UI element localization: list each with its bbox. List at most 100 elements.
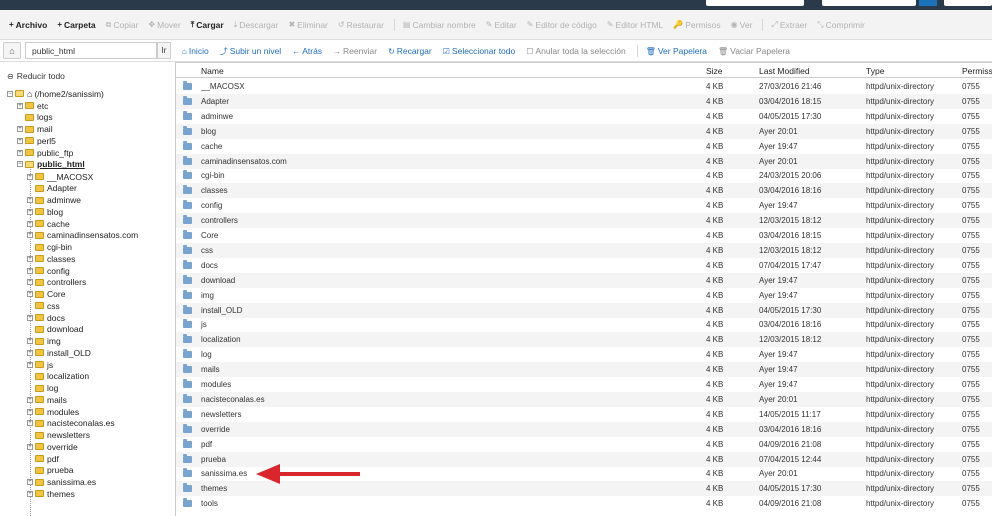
column-modified-header[interactable]: Last Modified <box>759 66 810 76</box>
tree-item-core[interactable]: + Core <box>27 289 65 300</box>
expand-icon[interactable]: + <box>27 479 33 485</box>
archivo-button[interactable]: + Archivo <box>9 20 47 30</box>
tree-item-cache[interactable]: + cache <box>27 218 70 229</box>
expand-icon[interactable]: + <box>27 291 33 297</box>
table-row[interactable]: Adapter 4 KB 03/04/2016 18:15 httpd/unix-di… <box>176 93 992 109</box>
ver-button[interactable]: ◉ Ver <box>731 20 753 30</box>
go-button[interactable]: Ir <box>157 42 171 59</box>
table-row[interactable]: Core 4 KB 03/04/2016 18:15 httpd/unix-direc… <box>176 228 992 243</box>
table-row[interactable]: nacisteconalas.es 4 KB Ayer 20:01 httpd/uni… <box>176 391 992 407</box>
column-size-header[interactable]: Size <box>706 66 723 76</box>
header-user-field[interactable] <box>944 0 992 6</box>
table-row[interactable]: cgi-bin 4 KB 24/03/2015 20:06 httpd/unix-di… <box>176 168 992 183</box>
table-row[interactable]: classes 4 KB 03/04/2016 18:16 httpd/unix-di… <box>176 183 992 199</box>
editor-html-button[interactable]: ✎ Editor HTML <box>607 20 663 30</box>
tree-item-adapter[interactable]: Adapter <box>27 183 77 194</box>
expand-icon[interactable]: + <box>27 173 33 180</box>
nav-ver-papelera-button[interactable]: 🗑 Ver Papelera <box>646 46 707 56</box>
tree-item-perl5[interactable]: + perl5 <box>17 135 56 146</box>
mover-button[interactable]: ✥ Mover <box>148 20 180 30</box>
copiar-button[interactable]: ⧉ Copiar <box>106 20 139 30</box>
nav-atr-s-button[interactable]: ← Atrás <box>292 46 322 56</box>
expand-icon[interactable]: + <box>27 490 33 497</box>
tree-item-cgi-bin[interactable]: cgi-bin <box>27 242 72 253</box>
tree-item-docs[interactable]: + docs <box>27 312 65 323</box>
nav-recargar-button[interactable]: ↻ Recargar <box>388 46 432 56</box>
table-row[interactable]: css 4 KB 12/03/2015 18:12 httpd/unix-direct… <box>176 242 992 258</box>
expand-icon[interactable]: + <box>27 255 33 262</box>
tree-item-logs[interactable]: logs <box>17 112 53 123</box>
editar-button[interactable]: ✎ Editar <box>486 20 517 30</box>
nav-seleccionar-todo-button[interactable]: ☑ Seleccionar todo <box>443 46 516 56</box>
tree-item-sanissima-es[interactable]: + sanissima.es <box>27 477 96 488</box>
tree-item-prueba[interactable]: prueba <box>27 465 73 476</box>
tree-item-adminwe[interactable]: + adminwe <box>27 195 81 206</box>
expand-icon[interactable]: + <box>27 220 33 227</box>
tree-item-js[interactable]: + js <box>27 359 53 370</box>
tree-item-macosx[interactable]: + __MACOSX <box>27 171 93 182</box>
permisos-button[interactable]: 🔑 Permisos <box>673 20 720 30</box>
tree-item-public-html[interactable]: − public_html <box>17 159 85 170</box>
extraer-button[interactable]: ⤢ Extraer <box>771 20 807 30</box>
table-row[interactable]: cache 4 KB Ayer 19:47 httpd/unix-directory 0… <box>176 139 992 154</box>
tree-item-config[interactable]: + config <box>27 265 70 276</box>
table-row[interactable]: img 4 KB Ayer 19:47 httpd/unix-directory 075… <box>176 288 992 303</box>
table-row[interactable]: __MACOSX 4 KB 27/03/2016 21:46 httpd/unix-d… <box>176 79 992 94</box>
collapse-all-link[interactable]: ⊖ Reducir todo <box>7 71 65 81</box>
expand-icon[interactable]: + <box>17 137 23 144</box>
table-row[interactable]: tools 4 KB 04/09/2016 21:08 httpd/unix-dire… <box>176 496 992 511</box>
tree-item-override[interactable]: + override <box>27 441 78 452</box>
table-row[interactable]: download 4 KB Ayer 19:47 httpd/unix-directo… <box>176 272 992 288</box>
path-input[interactable] <box>25 42 157 59</box>
table-row[interactable]: docs 4 KB 07/04/2015 17:47 httpd/unix-direc… <box>176 258 992 273</box>
tree-item-install-old[interactable]: + install_OLD <box>27 347 91 358</box>
restaurar-button[interactable]: ↺ Restaurar <box>338 20 384 30</box>
eliminar-button[interactable]: ✖ Eliminar <box>288 20 327 30</box>
nav-reenviar-button[interactable]: → Reenviar <box>333 46 377 56</box>
tree-item-modules[interactable]: + modules <box>27 406 79 417</box>
tree-root[interactable]: − ⌂ (/home2/sanissim) <box>7 88 104 99</box>
table-row[interactable]: adminwe 4 KB 04/05/2015 17:30 httpd/unix-di… <box>176 109 992 124</box>
expand-icon[interactable]: + <box>27 279 33 286</box>
column-permissions-header[interactable]: Permissions <box>962 66 992 76</box>
cargar-button[interactable]: ⤒ Cargar <box>191 20 224 30</box>
expand-icon[interactable]: + <box>27 408 33 415</box>
nav-vaciar-papelera-button[interactable]: 🗑 Vaciar Papelera <box>718 46 790 56</box>
cambiar-nombre-button[interactable]: ▤ Cambiar nombre <box>403 20 476 30</box>
home-icon[interactable]: ⌂ <box>3 42 21 59</box>
collapse-icon[interactable]: − <box>17 161 23 168</box>
table-row[interactable]: override 4 KB 03/04/2016 18:16 httpd/unix-d… <box>176 421 992 437</box>
tree-item-classes[interactable]: + classes <box>27 253 75 264</box>
tree-item-blog[interactable]: + blog <box>27 206 63 217</box>
table-row[interactable]: blog 4 KB Ayer 20:01 httpd/unix-directory 07… <box>176 123 992 139</box>
expand-icon[interactable]: + <box>27 396 33 403</box>
header-button[interactable] <box>919 0 937 6</box>
expand-icon[interactable]: + <box>27 443 33 450</box>
collapse-icon[interactable]: − <box>7 90 13 97</box>
tree-item-controllers[interactable]: + controllers <box>27 277 86 288</box>
expand-icon[interactable]: + <box>27 420 33 427</box>
header-field[interactable] <box>822 0 916 6</box>
tree-item-log[interactable]: log <box>27 383 58 394</box>
tree-item-download[interactable]: download <box>27 324 83 335</box>
tree-item-pdf[interactable]: pdf <box>27 453 59 464</box>
expand-icon[interactable]: + <box>27 197 33 203</box>
nav-subir-un-nivel-button[interactable]: ⤴ Subir un nivel <box>220 46 282 57</box>
expand-icon[interactable]: + <box>27 349 33 356</box>
tree-item-newsletters[interactable]: newsletters <box>27 430 90 441</box>
tree-item-mails[interactable]: + mails <box>27 394 67 405</box>
comprimir-button[interactable]: ⤡ Comprimir <box>817 20 865 30</box>
table-row[interactable]: install_OLD 4 KB 04/05/2015 17:30 httpd/uni… <box>176 302 992 318</box>
expand-icon[interactable]: + <box>27 361 33 368</box>
table-row[interactable]: js 4 KB 03/04/2016 18:16 httpd/unix-directo… <box>176 317 992 332</box>
tree-item-img[interactable]: + img <box>27 336 61 347</box>
descargar-button[interactable]: ⤓ Descargar <box>234 20 279 30</box>
tree-item-nacisteconalas-es[interactable]: + nacisteconalas.es <box>27 418 115 429</box>
table-row[interactable]: pdf 4 KB 04/09/2016 21:08 httpd/unix-direct… <box>176 437 992 452</box>
table-row[interactable]: mails 4 KB Ayer 19:47 httpd/unix-directory 0… <box>176 362 992 378</box>
tree-item-public-ftp[interactable]: + public_ftp <box>17 147 73 158</box>
expand-icon[interactable]: + <box>27 314 33 321</box>
expand-icon[interactable]: + <box>17 102 23 109</box>
table-row[interactable]: caminadinsensatos.com 4 KB Ayer 20:01 httpd… <box>176 153 992 169</box>
table-row[interactable]: newsletters 4 KB 14/05/2015 11:17 httpd/uni… <box>176 407 992 422</box>
